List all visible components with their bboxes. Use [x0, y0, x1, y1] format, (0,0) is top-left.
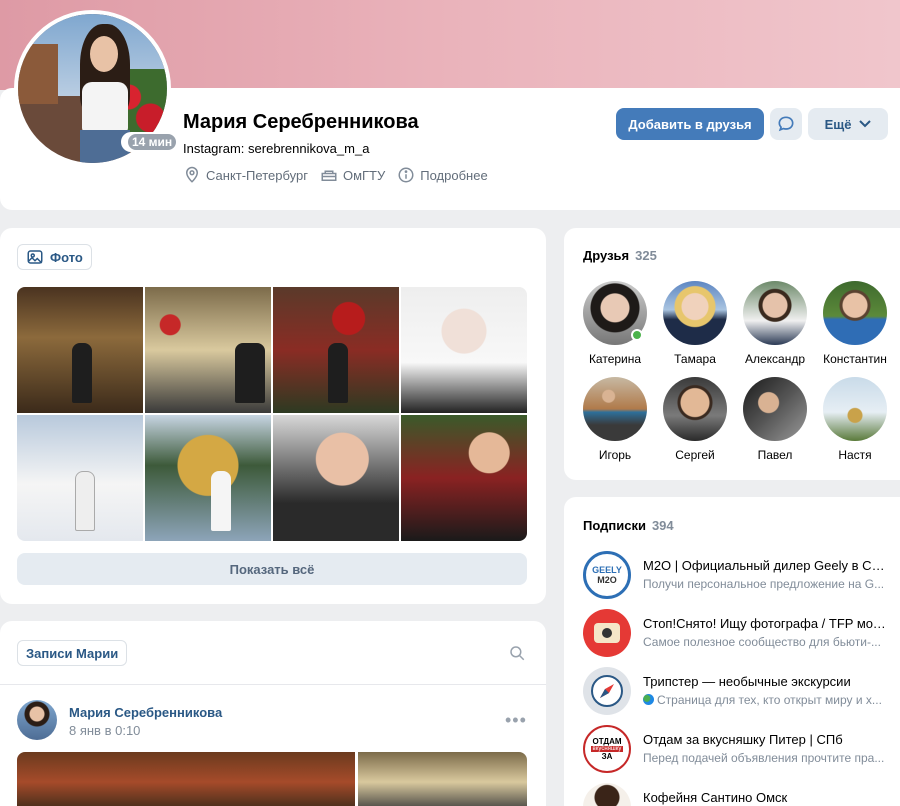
more-button[interactable]: Ещё	[808, 108, 888, 140]
post-more-icon[interactable]: •••	[505, 710, 527, 731]
coffee-logo-icon	[583, 783, 631, 806]
show-all-photos-button[interactable]: Показать всё	[17, 553, 527, 585]
photo-icon	[27, 250, 43, 264]
friend-item[interactable]: Константин	[815, 281, 895, 366]
photo-thumbnail[interactable]	[145, 415, 271, 541]
otdam-logo-icon: ОТДАМ вкусняшку ЗА	[583, 725, 631, 773]
subscription-item[interactable]: Кофейня Сантино Омск	[583, 783, 900, 806]
photo-thumbnail[interactable]	[17, 287, 143, 413]
university-info[interactable]: ОмГТУ	[320, 166, 385, 184]
camera-logo-icon	[583, 609, 631, 657]
friend-avatar	[663, 281, 727, 345]
tab-posts[interactable]: Записи Марии	[17, 640, 128, 666]
online-time-badge: 14 мин	[121, 132, 184, 152]
profile-info-row: Санкт-Петербург ОмГТУ Подробнее	[183, 166, 488, 184]
photo-thumbnail[interactable]	[401, 415, 527, 541]
education-icon	[321, 170, 337, 181]
friend-item[interactable]: Сергей	[655, 377, 735, 462]
friend-avatar	[583, 377, 647, 441]
post-author-avatar[interactable]	[17, 700, 57, 740]
friend-item[interactable]: Катерина	[575, 281, 655, 366]
online-indicator	[631, 329, 643, 341]
photo-grid	[17, 287, 527, 541]
photo-thumbnail[interactable]	[273, 287, 399, 413]
photo-thumbnail[interactable]	[273, 415, 399, 541]
geely-logo-icon: GEELY M2O	[583, 551, 631, 599]
friend-item[interactable]: Настя	[815, 377, 895, 462]
friend-avatar	[663, 377, 727, 441]
city-info[interactable]: Санкт-Петербург	[183, 166, 308, 184]
post-image[interactable]	[17, 752, 355, 806]
details-link[interactable]: Подробнее	[397, 166, 488, 184]
post-image[interactable]	[358, 752, 527, 806]
subscription-item[interactable]: ОТДАМ вкусняшку ЗА Отдам за вкусняшку Пи…	[583, 725, 900, 773]
chevron-down-icon	[859, 120, 872, 128]
add-friend-button[interactable]: Добавить в друзья	[616, 108, 764, 140]
photo-thumbnail[interactable]	[401, 287, 527, 413]
info-icon	[398, 167, 414, 183]
subscriptions-title[interactable]: Подписки 394	[583, 518, 674, 533]
divider	[0, 684, 546, 685]
post-author-name[interactable]: Мария Серебренникова	[69, 705, 222, 720]
post-date[interactable]: 8 янв в 0:10	[69, 723, 140, 738]
profile-status: Instagram: serebrennikova_m_a	[183, 141, 370, 156]
photo-thumbnail[interactable]	[17, 415, 143, 541]
location-pin-icon	[185, 166, 199, 183]
friend-item[interactable]: Павел	[735, 377, 815, 462]
friend-avatar	[823, 281, 887, 345]
friend-item[interactable]: Тамара	[655, 281, 735, 366]
friend-avatar	[823, 377, 887, 441]
profile-name: Мария Серебренникова	[183, 111, 419, 133]
friend-avatar	[743, 377, 807, 441]
friend-item[interactable]: Игорь	[575, 377, 655, 462]
tab-photos[interactable]: Фото	[17, 244, 92, 270]
message-bubble-icon	[778, 116, 794, 132]
compass-logo-icon	[583, 667, 631, 715]
friends-title[interactable]: Друзья 325	[583, 248, 657, 263]
subscription-item[interactable]: Стоп!Снято! Ищу фотографа / TFP мод... С…	[583, 609, 900, 657]
message-button[interactable]	[770, 108, 802, 140]
search-icon[interactable]	[508, 644, 526, 662]
friend-item[interactable]: Александр	[735, 281, 815, 366]
photo-thumbnail[interactable]	[145, 287, 271, 413]
globe-icon	[643, 694, 654, 705]
subscription-item[interactable]: Трипстер — необычные экскурсии Страница …	[583, 667, 900, 715]
friend-avatar	[743, 281, 807, 345]
subscription-item[interactable]: GEELY M2O M2O | Официальный дилер Geely …	[583, 551, 900, 599]
